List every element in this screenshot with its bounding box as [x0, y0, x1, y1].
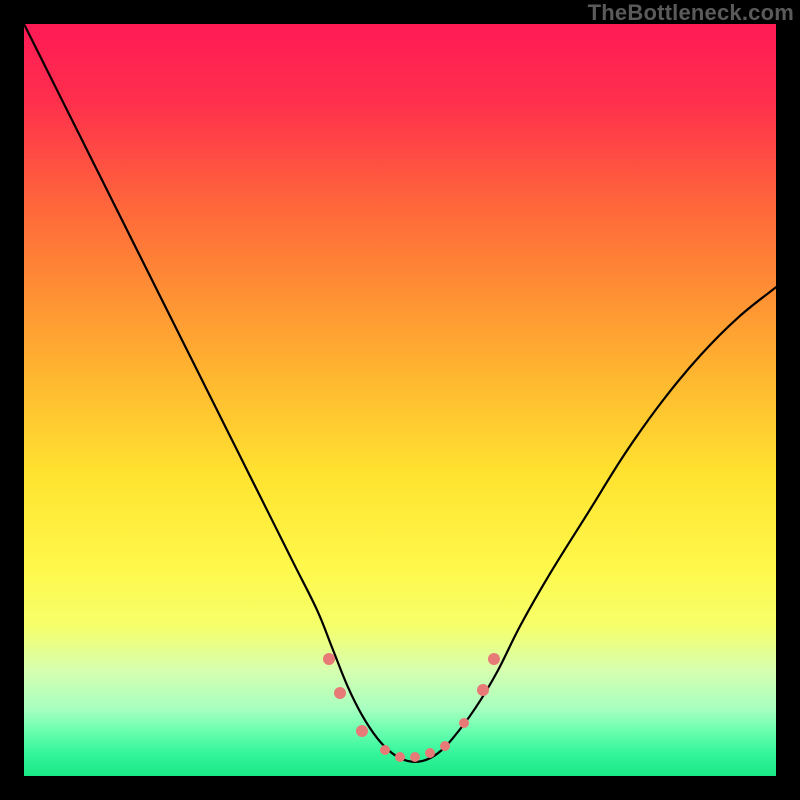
curve-marker: [425, 748, 435, 758]
curve-marker: [334, 687, 346, 699]
curve-marker: [440, 741, 450, 751]
curve-marker: [477, 684, 489, 696]
curve-marker: [356, 725, 368, 737]
curve-marker: [488, 653, 500, 665]
curve-marker: [380, 745, 390, 755]
background-gradient: [24, 24, 776, 776]
curve-marker: [459, 718, 469, 728]
curve-marker: [323, 653, 335, 665]
curve-marker: [395, 752, 405, 762]
outer-frame: TheBottleneck.com: [0, 0, 800, 800]
plot-area: [24, 24, 776, 776]
curve-marker: [410, 752, 420, 762]
watermark-text: TheBottleneck.com: [588, 0, 794, 26]
